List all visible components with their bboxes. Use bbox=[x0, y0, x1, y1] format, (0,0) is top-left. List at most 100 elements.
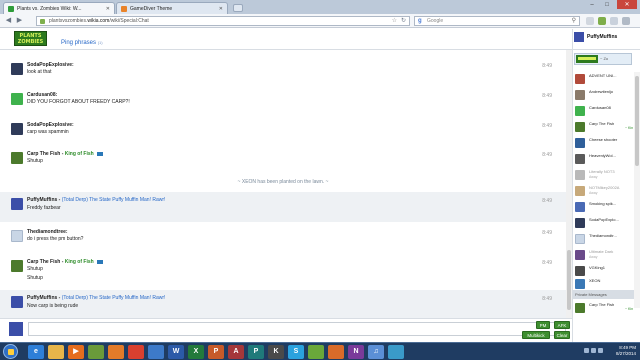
user-list-item[interactable]: HeavenlyWol... bbox=[573, 151, 635, 167]
pm-button[interactable]: PM bbox=[536, 321, 550, 329]
address-bar[interactable]: plantsvszombies.wikia.com/wiki/Special:C… bbox=[36, 16, 410, 26]
explorer-icon[interactable] bbox=[48, 345, 64, 359]
start-button[interactable] bbox=[3, 344, 18, 359]
forward-arrow-icon[interactable]: ▶ bbox=[15, 17, 24, 25]
clock[interactable]: 8:49 PM 8/27/2014 bbox=[616, 345, 636, 357]
multikick-button[interactable]: Multikick bbox=[522, 331, 550, 339]
maximize-icon[interactable]: □ bbox=[600, 0, 614, 9]
paint-icon[interactable] bbox=[148, 345, 164, 359]
excel-icon[interactable]: X bbox=[188, 345, 204, 359]
afk-button[interactable]: AFK bbox=[554, 321, 570, 329]
publisher-icon[interactable]: P bbox=[248, 345, 264, 359]
user-rank: ~ Kin bbox=[625, 307, 634, 311]
user-list-item[interactable]: ADVENT UNI... bbox=[573, 71, 635, 87]
user-list-item[interactable]: Thediamondtr... bbox=[573, 231, 635, 247]
tray-icon[interactable] bbox=[584, 348, 589, 353]
user-list-item[interactable]: Ultimate Dark Away bbox=[573, 247, 635, 263]
new-tab-button[interactable] bbox=[233, 4, 243, 12]
network-icon[interactable] bbox=[591, 348, 596, 353]
itunes-icon[interactable]: ♫ bbox=[368, 345, 384, 359]
user-list-item[interactable]: Andrewtienljo bbox=[573, 87, 635, 103]
back-arrow-icon[interactable]: ◀ bbox=[4, 17, 13, 25]
chat-message: PuffyMuffins - (Total Derp) The State Pu… bbox=[0, 290, 566, 318]
user-list-item[interactable]: SodaPopExplo... bbox=[573, 215, 635, 231]
avatar[interactable] bbox=[11, 296, 23, 308]
message-username[interactable]: Carp The Fish bbox=[27, 151, 60, 157]
tab-close-icon[interactable]: ✕ bbox=[106, 6, 110, 12]
tab-pvz-wiki[interactable]: Plants vs. Zombies Wiki: W... ✕ bbox=[3, 2, 115, 14]
tab-close-icon[interactable]: ✕ bbox=[219, 6, 223, 12]
minimize-icon[interactable]: – bbox=[585, 0, 599, 9]
reload-icon[interactable]: ↻ bbox=[401, 17, 406, 26]
avatar[interactable] bbox=[11, 152, 23, 164]
chat-message: Carp The Fish - King of Fish Shutup Shut… bbox=[0, 254, 566, 290]
browser-tab-bar: Plants vs. Zombies Wiki: W... ✕ GameDive… bbox=[0, 0, 640, 14]
avatar[interactable] bbox=[11, 260, 23, 272]
skype-icon[interactable]: S bbox=[288, 345, 304, 359]
user-rank: King of Fish bbox=[64, 151, 94, 157]
message-username[interactable]: Thediamondtree: bbox=[27, 229, 68, 235]
bookmark-star-icon[interactable]: ☆ bbox=[392, 17, 397, 26]
download-icon[interactable] bbox=[598, 17, 606, 25]
chat-message: SodaPopExplosive: carp was spammin 8:49 bbox=[0, 117, 566, 145]
private-message-item[interactable]: Carp The Fish ~ Kin bbox=[573, 300, 635, 316]
avatar[interactable] bbox=[11, 230, 23, 242]
user-list-item[interactable]: Carp The Fish ~ Kin bbox=[573, 119, 635, 135]
user-list-panel: ~ Zo ADVENT UNI... Andrewtienljo Cardusa… bbox=[572, 50, 640, 342]
message-username[interactable]: Carp The Fish bbox=[27, 259, 60, 265]
pvz-icon[interactable] bbox=[308, 345, 324, 359]
clear-button[interactable]: Clear bbox=[554, 331, 570, 339]
photos-icon[interactable] bbox=[388, 345, 404, 359]
scrollbar-thumb[interactable] bbox=[567, 250, 571, 310]
avatar[interactable] bbox=[11, 63, 23, 75]
media-player-icon[interactable]: ▶ bbox=[68, 345, 84, 359]
search-icon[interactable]: ⚲ bbox=[572, 17, 576, 26]
chrome-icon[interactable] bbox=[128, 345, 144, 359]
avatar bbox=[575, 266, 585, 276]
bookmarks-icon[interactable] bbox=[586, 17, 594, 25]
message-username[interactable]: SodaPopExplosive: bbox=[27, 122, 74, 128]
powerpoint-icon[interactable]: P bbox=[208, 345, 224, 359]
user-list-item[interactable]: Cheese shooter bbox=[573, 135, 635, 151]
ping-phrases-link[interactable]: Ping phrases (1) bbox=[61, 40, 103, 46]
minecraft-icon[interactable] bbox=[88, 345, 104, 359]
user-list-scrollbar[interactable] bbox=[634, 72, 640, 308]
tab-gamediver-theme[interactable]: GameDiver Theme ✕ bbox=[116, 2, 228, 14]
user-list-item[interactable]: Cardusan08 bbox=[573, 103, 635, 119]
onenote-icon[interactable]: N bbox=[348, 345, 364, 359]
ie-icon[interactable]: e bbox=[28, 345, 44, 359]
user-list-item[interactable]: Literally NOT3 Away bbox=[573, 167, 635, 183]
away-status: Away bbox=[589, 255, 598, 259]
firefox-icon[interactable] bbox=[108, 345, 124, 359]
user-list-item[interactable]: NOTMikey2002A Away bbox=[573, 183, 635, 199]
theme-favicon-icon bbox=[121, 5, 127, 12]
k-app-icon[interactable]: K bbox=[268, 345, 284, 359]
message-username[interactable]: PuffyMuffins bbox=[27, 197, 57, 203]
access-icon[interactable]: A bbox=[228, 345, 244, 359]
avatar bbox=[575, 106, 585, 116]
message-username[interactable]: Cardusan08: bbox=[27, 92, 57, 98]
user-rank: ~ Kin bbox=[625, 126, 634, 130]
volume-icon[interactable] bbox=[598, 348, 603, 353]
user-list-item[interactable]: Smoking spik... bbox=[573, 199, 635, 215]
message-username[interactable]: SodaPopExplosive: bbox=[27, 62, 74, 68]
word-icon[interactable]: W bbox=[168, 345, 184, 359]
message-time: 8:49 bbox=[542, 152, 552, 158]
menu-icon[interactable] bbox=[622, 17, 630, 25]
close-window-icon[interactable]: ✕ bbox=[617, 0, 637, 9]
wiki-logo[interactable]: PLANTS ZOMBIES bbox=[14, 31, 47, 46]
room-item[interactable]: ~ Zo bbox=[574, 53, 632, 65]
user-name: VGKing1 bbox=[589, 265, 606, 270]
avatar[interactable] bbox=[11, 198, 23, 210]
avatar[interactable] bbox=[11, 93, 23, 105]
message-text: Freddy fazbear bbox=[27, 205, 61, 211]
search-bar[interactable]: g Google ⚲ bbox=[414, 16, 580, 26]
avatar[interactable] bbox=[11, 123, 23, 135]
message-username[interactable]: PuffyMuffins bbox=[27, 295, 57, 301]
message-input[interactable] bbox=[28, 322, 566, 336]
avatar bbox=[575, 74, 585, 84]
browser-icon[interactable] bbox=[328, 345, 344, 359]
scrollbar-thumb[interactable] bbox=[635, 76, 639, 166]
home-icon[interactable] bbox=[610, 17, 618, 25]
message-text: Shutup bbox=[27, 275, 43, 281]
